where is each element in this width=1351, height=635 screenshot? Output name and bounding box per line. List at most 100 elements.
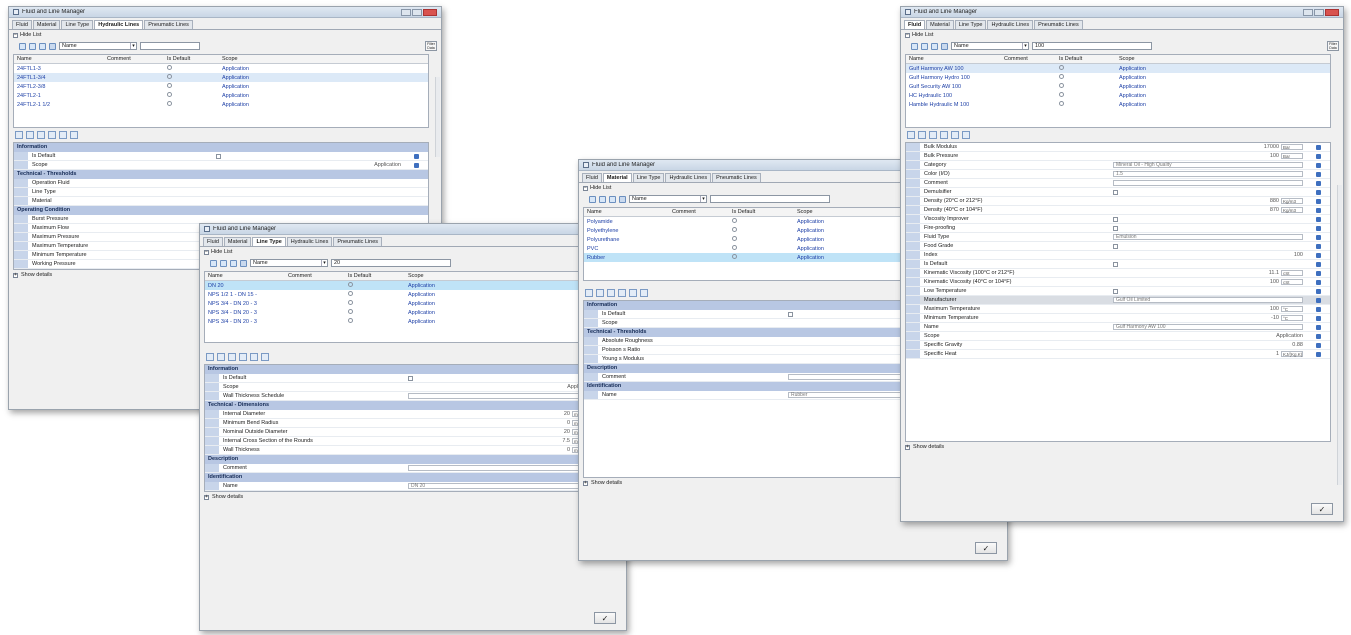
column-comment[interactable]: Comment [1001,55,1056,63]
list-item[interactable]: NPS 1/2 1 - DN 15 - Application [205,290,621,299]
manufacturer-field[interactable]: Gulf Oil Limited [1113,297,1303,303]
low-temperature-checkbox[interactable] [1113,288,1118,294]
property-row[interactable]: Category Mineral Oil - High Quality [906,161,1330,170]
unit-select[interactable]: °C [1281,306,1303,312]
tab-pneumatic-lines[interactable]: Pneumatic Lines [333,237,383,246]
fire-proofing-checkbox[interactable] [1113,225,1118,231]
tab-line-type[interactable]: Line Type [954,20,987,29]
property-row[interactable]: Nominal Outside Diameter20mm [205,428,621,437]
edit-icon[interactable] [1315,306,1321,312]
edit-icon[interactable] [1315,198,1321,204]
property-row[interactable]: Wall Thickness0mm [205,446,621,455]
category-technical[interactable]: Technical - Thresholds [14,170,428,179]
list-item[interactable]: 24FTL1-3 Application [14,64,428,73]
property-row[interactable]: Viscosity Improver [906,215,1330,224]
expand-icon[interactable] [618,289,626,297]
unit-select[interactable]: Kg/m3 [1281,207,1303,213]
tab-line-type[interactable]: Line Type [632,173,665,182]
edit-icon[interactable] [1315,153,1321,159]
grid-view-icon[interactable] [49,42,56,50]
property-row[interactable]: Fluid Type Emulsion [906,233,1330,242]
show-details-toggle-icon[interactable]: + [905,444,910,450]
filter-data-button[interactable]: Filter Data [425,41,437,51]
column-name[interactable]: Name [14,55,104,63]
grid-icon[interactable] [962,131,970,139]
property-row[interactable]: Food Grade [906,242,1330,251]
category-operating-condition[interactable]: Operating Condition [14,206,428,215]
property-row[interactable]: Internal Diameter20mm [205,410,621,419]
list-item[interactable]: Gulf Harmony AW 100 Application [906,64,1330,73]
copy-icon[interactable] [931,42,938,50]
sort-desc-icon[interactable] [607,289,615,297]
edit-icon[interactable] [1315,342,1321,348]
property-row[interactable]: Internal Cross Section of the Rounds7.5m… [205,437,621,446]
edit-icon[interactable] [1315,225,1321,231]
category-field[interactable]: Mineral Oil - High Quality [1113,162,1303,168]
collapse-icon[interactable] [629,289,637,297]
name-field[interactable]: DN 20 [408,483,594,489]
property-row[interactable]: Maximum Temperature 100 °C [906,305,1330,314]
vertical-scrollbar[interactable] [1337,185,1342,485]
edit-icon[interactable] [1315,234,1321,240]
property-row[interactable]: Specific Heat 1 KJ/(Kg.K) [906,350,1330,359]
title-bar[interactable]: Fluid and Line Manager [200,224,626,235]
show-details-toggle-icon[interactable]: + [204,494,209,500]
is-default-checkbox[interactable] [788,311,793,317]
filter-field-select[interactable]: Name ▾ [250,259,328,267]
property-row[interactable]: Wall Thickness Schedule [205,392,621,401]
is-default-checkbox[interactable] [216,153,221,159]
column-is-default[interactable]: Is Default [164,55,219,63]
is-default-checkbox[interactable] [1113,261,1118,267]
unit-select[interactable]: Bar [1281,153,1303,159]
collapse-icon[interactable] [951,131,959,139]
property-row[interactable]: Demulsifier [906,188,1330,197]
edit-icon[interactable] [1315,333,1321,339]
minimize-button[interactable] [401,8,411,16]
grid-view-icon[interactable] [619,195,626,203]
sort-icon[interactable] [206,353,214,361]
copy-icon[interactable] [39,42,46,50]
column-name[interactable]: Name [906,55,1001,63]
collapse-toggle-icon[interactable]: − [905,32,910,38]
sort-icon[interactable] [15,131,23,139]
edit-icon[interactable] [1315,180,1321,186]
property-row[interactable]: Operation Fluid [14,179,428,188]
tab-fluid[interactable]: Fluid [904,20,926,29]
edit-icon[interactable] [1315,243,1321,249]
property-row[interactable]: Minimum Bend Radius0mm [205,419,621,428]
property-row[interactable]: Name Gulf Harmony AW 100 [906,323,1330,332]
list-item[interactable]: NPS 3/4 - DN 20 - 3 Application [205,308,621,317]
tab-pneumatic-lines[interactable]: Pneumatic Lines [144,20,193,29]
unit-select[interactable]: cSt [1281,270,1303,276]
ok-button[interactable]: ✓ [975,542,997,554]
food-grade-checkbox[interactable] [1113,243,1118,249]
property-row[interactable]: Low Temperature [906,287,1330,296]
filter-input[interactable] [140,42,200,50]
category-technical[interactable]: Technical - Dimensions [205,401,621,410]
edit-icon[interactable] [1315,189,1321,195]
show-details-toggle-icon[interactable]: + [13,272,18,278]
tab-material[interactable]: Material [602,173,632,182]
new-item-icon[interactable] [589,195,596,203]
tab-hydraulic-lines[interactable]: Hydraulic Lines [665,173,712,182]
comment-field[interactable] [1113,180,1303,186]
edit-icon[interactable] [1315,216,1321,222]
column-comment[interactable]: Comment [285,272,345,280]
list-item[interactable]: Gulf Harmony Hydro 100 Application [906,73,1330,82]
grid-view-icon[interactable] [240,259,247,267]
property-row[interactable]: Is Default [14,152,428,161]
copy-icon[interactable] [230,259,237,267]
expand-icon[interactable] [48,131,56,139]
expand-icon[interactable] [940,131,948,139]
property-row[interactable]: ScopeApplication [906,332,1330,341]
column-is-default[interactable]: Is Default [1056,55,1116,63]
edit-icon[interactable] [1315,207,1321,213]
grid-view-icon[interactable] [941,42,948,50]
filter-field-select[interactable]: Name ▾ [59,42,137,50]
tab-line-type[interactable]: Line Type [61,20,94,29]
comment-field[interactable] [408,465,594,471]
duplicate-icon[interactable] [220,259,227,267]
property-row[interactable]: Specific Gravity 0.88 [906,341,1330,350]
duplicate-icon[interactable] [599,195,606,203]
maximize-button[interactable] [412,8,422,16]
